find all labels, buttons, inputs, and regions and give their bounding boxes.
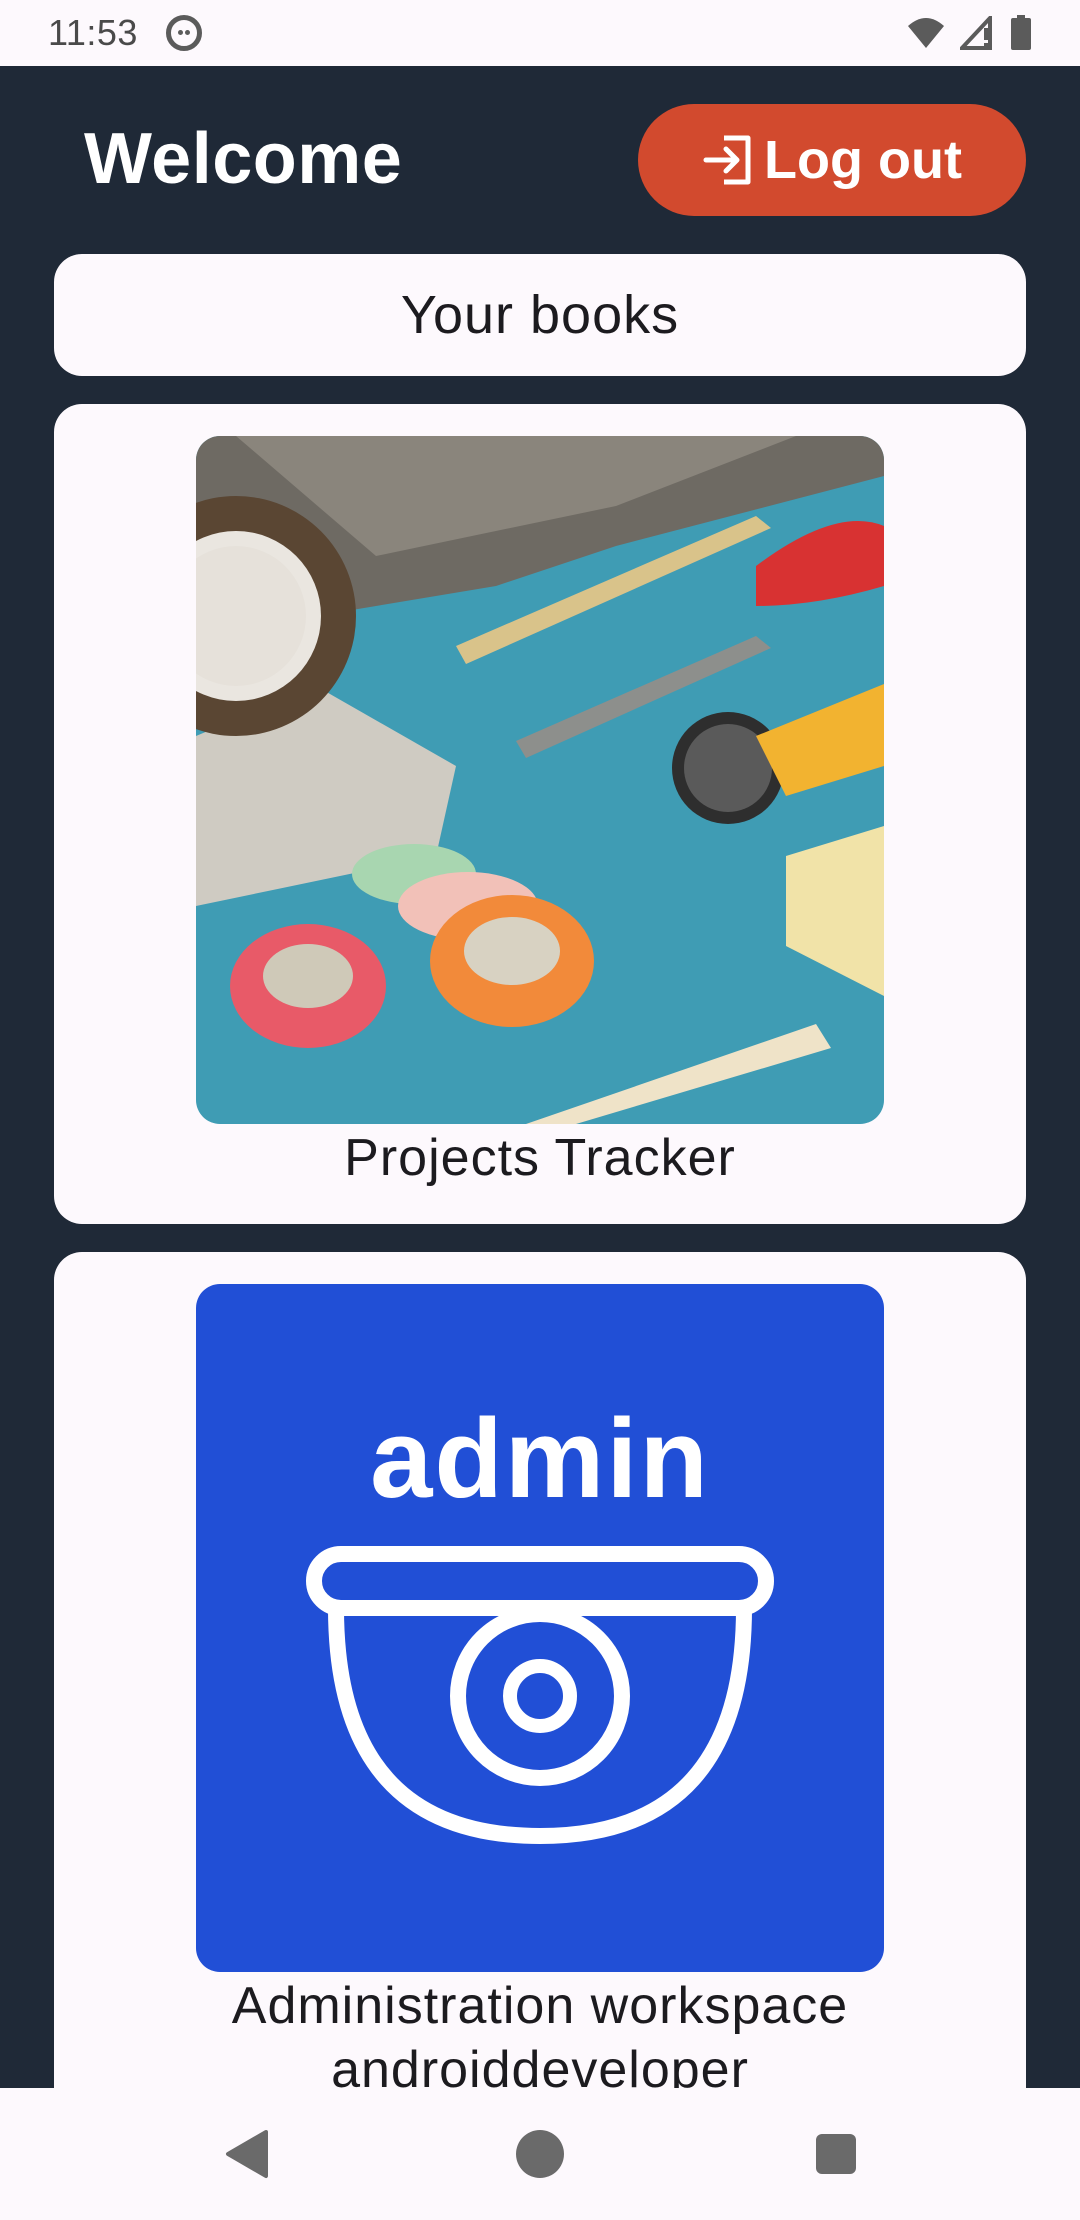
section-header: Your books <box>54 254 1026 376</box>
book-card-projects-tracker[interactable]: Projects Tracker <box>54 404 1026 1224</box>
logout-label: Log out <box>764 130 962 190</box>
book-card-administration-workspace[interactable]: admin Administration workspace androidde… <box>54 1252 1026 2152</box>
book-title-line-1: Administration workspace <box>231 1977 849 2035</box>
android-app-icon <box>165 15 202 51</box>
logout-button[interactable]: Log out <box>638 104 1026 216</box>
battery-icon <box>1011 15 1031 50</box>
app-screen: 11:53 Welcome Log out Your books Project… <box>0 0 1080 2220</box>
admin-cover-text: admin <box>370 1396 710 1521</box>
system-nav-bar <box>0 2088 1080 2220</box>
craft-supplies-image <box>196 436 884 1124</box>
book-title: Projects Tracker <box>344 1129 736 1187</box>
page-title: Welcome <box>84 119 403 199</box>
status-icons <box>906 15 1032 51</box>
back-button[interactable] <box>186 2088 306 2220</box>
wifi-icon <box>908 18 944 48</box>
recents-button[interactable] <box>776 2088 896 2220</box>
logout-icon <box>703 135 751 185</box>
status-bar: 11:53 <box>0 0 1080 66</box>
recents-icon <box>816 2134 856 2174</box>
security-camera-icon <box>306 1546 774 1845</box>
book-title: Administration workspace androiddevelope… <box>54 1974 1026 2102</box>
status-time: 11:53 <box>48 12 138 53</box>
home-icon <box>516 2130 564 2178</box>
cell-signal-icon <box>960 16 992 50</box>
app-header: Welcome Log out <box>0 66 1080 250</box>
home-button[interactable] <box>480 2088 600 2220</box>
back-icon <box>226 2130 268 2178</box>
admin-cover-image: admin <box>196 1284 884 1972</box>
